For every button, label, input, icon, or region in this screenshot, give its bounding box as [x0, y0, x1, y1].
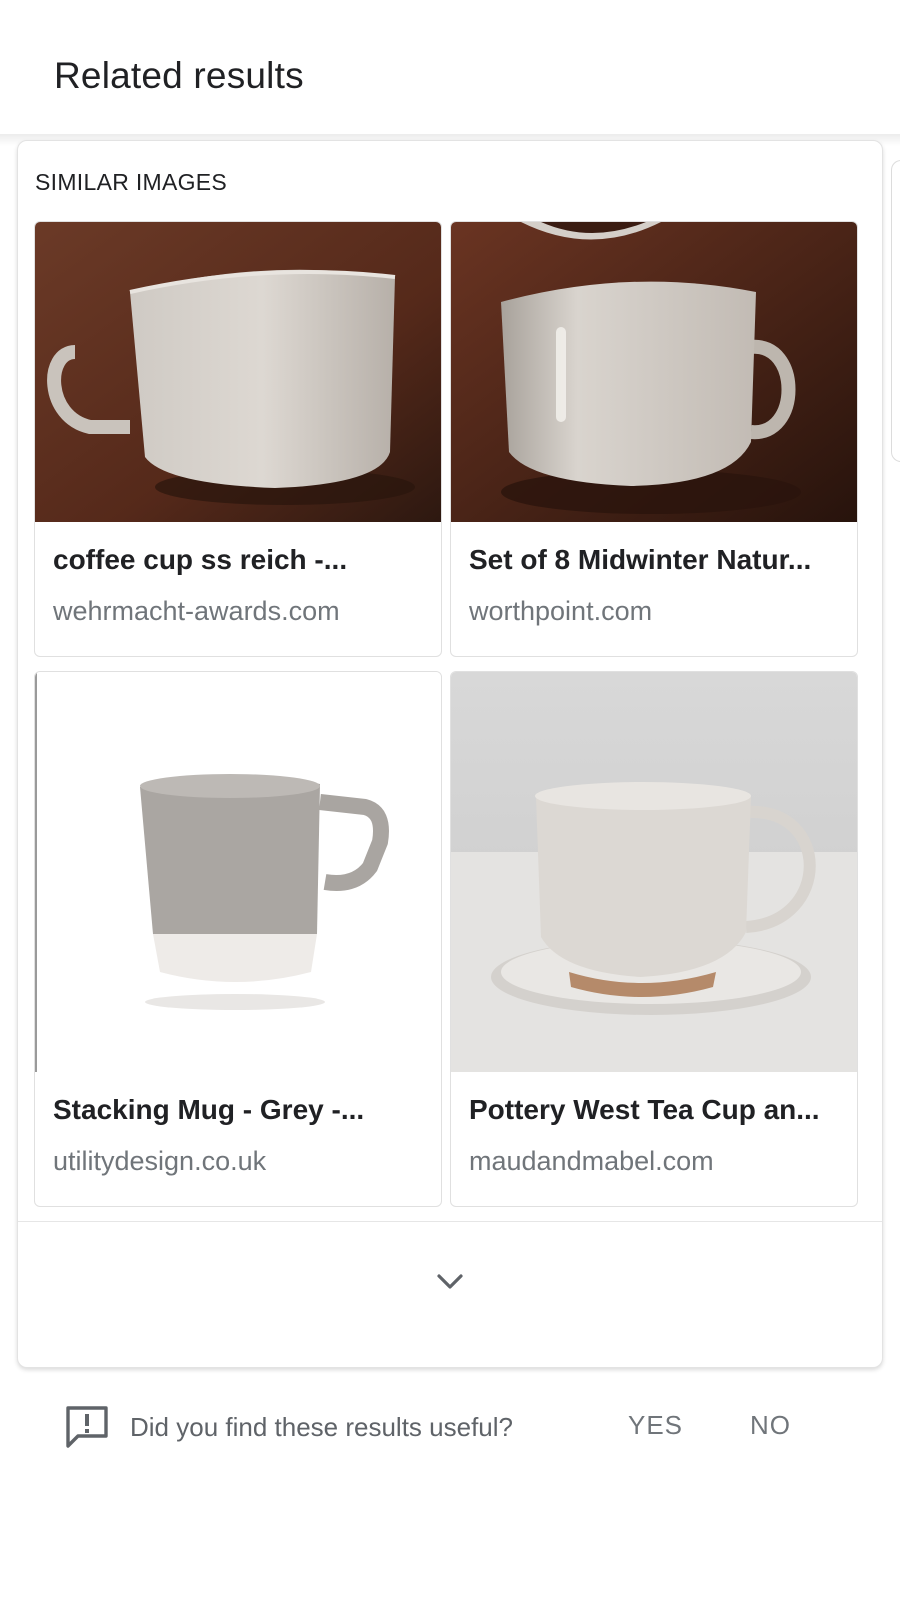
result-title[interactable]: coffee cup ss reich -... [53, 544, 425, 576]
result-source: worthpoint.com [469, 596, 653, 626]
image-result-tile[interactable]: Pottery West Tea Cup an... maudandmabel.… [450, 671, 858, 1207]
cup-and-saucer-image [451, 672, 857, 1072]
result-title[interactable]: Set of 8 Midwinter Natur... [469, 544, 841, 576]
result-source: wehrmacht-awards.com [53, 596, 340, 626]
result-title[interactable]: Pottery West Tea Cup an... [469, 1094, 841, 1126]
next-card-peek[interactable] [891, 160, 900, 462]
image-result-tile[interactable]: coffee cup ss reich -... wehrmacht-award… [34, 221, 442, 657]
feedback-yes-button[interactable]: YES [628, 1410, 683, 1441]
result-title[interactable]: Stacking Mug - Grey -... [53, 1094, 425, 1126]
feedback-bar: Did you find these results useful? YES N… [0, 1390, 900, 1470]
page-title: Related results [54, 55, 304, 96]
section-label: SIMILAR IMAGES [35, 169, 228, 195]
grey-mug-image [35, 672, 441, 1072]
white-cup-on-brown-image [35, 222, 441, 522]
image-result-tile[interactable]: Stacking Mug - Grey -... utilitydesign.c… [34, 671, 442, 1207]
feedback-icon [66, 1406, 108, 1448]
header: Related results [0, 0, 900, 134]
similar-images-card: SIMILAR IMAGES coffee cup ss reich -... … [17, 140, 883, 1368]
result-source: maudandmabel.com [469, 1146, 714, 1176]
image-result-tile[interactable]: Set of 8 Midwinter Natur... worthpoint.c… [450, 221, 858, 657]
divider [18, 1221, 882, 1222]
white-cup-on-brown-image [451, 222, 857, 522]
related-results-page: Related results SIMILAR IMAGES coffee cu… [0, 0, 900, 1600]
result-source: utilitydesign.co.uk [53, 1146, 267, 1176]
expand-results-button[interactable] [410, 1251, 490, 1311]
chevron-down-icon [437, 1274, 463, 1289]
feedback-no-button[interactable]: NO [750, 1410, 791, 1441]
feedback-question: Did you find these results useful? [130, 1412, 513, 1442]
